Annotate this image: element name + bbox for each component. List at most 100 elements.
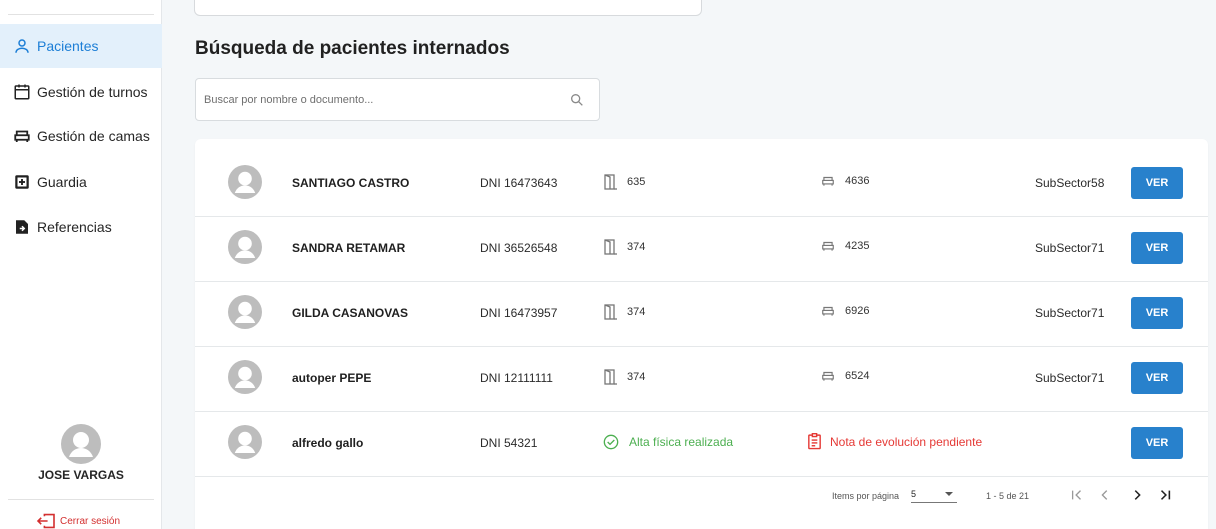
logout-label: Cerrar sesión	[60, 515, 121, 527]
patient-name: SANDRA RETAMAR	[292, 241, 406, 255]
patient-dni: DNI 16473643	[480, 176, 558, 190]
sidebar: Pacientes Gestión de turnos Gestión de c…	[0, 0, 162, 529]
table-row: GILDA CASANOVAS DNI 16473957 374 6926 Su…	[195, 282, 1208, 347]
patient-name: SANTIAGO CASTRO	[292, 176, 410, 190]
items-per-page-label: Items por página	[832, 491, 900, 501]
patient-room: 635	[604, 174, 645, 190]
patient-sector: SubSector58	[1035, 176, 1105, 190]
first-page-button[interactable]	[1067, 486, 1087, 504]
patient-dni: DNI 54321	[480, 436, 538, 450]
chevron-down-icon	[945, 491, 953, 496]
paginator: Items por página 5 1 - 5 de 21	[195, 477, 1208, 517]
document-reference-icon	[12, 217, 32, 237]
patient-dni: DNI 16473957	[480, 306, 558, 320]
last-page-button[interactable]	[1155, 486, 1175, 504]
patient-bed: 6524	[821, 369, 869, 383]
patient-avatar-icon	[228, 295, 262, 329]
patient-bed: 4235	[821, 239, 869, 253]
search-icon[interactable]	[569, 92, 585, 108]
door-icon	[604, 174, 617, 190]
bed-number: 6926	[845, 305, 870, 317]
ver-button[interactable]: VER	[1131, 297, 1183, 329]
ver-button[interactable]: VER	[1131, 167, 1183, 199]
logout-icon	[36, 513, 55, 529]
bed-number: 4235	[845, 240, 870, 252]
bed-number: 4636	[845, 175, 870, 187]
top-partial-field	[194, 0, 702, 16]
search-box	[195, 78, 600, 121]
evolution-note-status: Nota de evolución pendiente	[807, 433, 982, 450]
patient-name: autoper PEPE	[292, 371, 372, 385]
patient-sector: SubSector71	[1035, 306, 1105, 320]
bed-icon	[12, 126, 32, 146]
sidebar-item-pacientes[interactable]: Pacientes	[0, 24, 162, 68]
page-range: 1 - 5 de 21	[986, 491, 1030, 501]
patient-sector: SubSector71	[1035, 371, 1105, 385]
sidebar-item-label: Gestión de camas	[37, 128, 150, 144]
sidebar-item-label: Gestión de turnos	[37, 84, 148, 100]
table-row: alfredo gallo DNI 54321 Alta física real…	[195, 412, 1208, 477]
patient-name: alfredo gallo	[292, 436, 364, 450]
logout-button[interactable]: Cerrar sesión	[36, 513, 120, 529]
previous-page-button[interactable]	[1095, 486, 1115, 504]
clipboard-alert-icon	[808, 433, 821, 450]
patient-room: 374	[604, 369, 645, 385]
page-title: Búsqueda de pacientes internados	[195, 38, 510, 59]
bed-icon	[822, 241, 834, 251]
bed-icon	[822, 176, 834, 186]
calendar-icon	[12, 82, 32, 102]
patient-room: 374	[604, 304, 645, 320]
room-number: 374	[627, 371, 646, 383]
sidebar-bottom-divider	[8, 499, 154, 500]
patient-avatar-icon	[228, 165, 262, 199]
first-page-icon	[1071, 490, 1081, 500]
items-per-page-value: 5	[911, 488, 917, 499]
sidebar-item-guardia[interactable]: Guardia	[0, 160, 162, 204]
ver-button[interactable]: VER	[1131, 427, 1183, 459]
patient-bed: 4636	[821, 174, 869, 188]
sidebar-item-gestion-turnos[interactable]: Gestión de turnos	[0, 70, 162, 114]
evolution-note-label: Nota de evolución pendiente	[830, 434, 983, 449]
patient-bed: 6926	[821, 304, 869, 318]
ver-button[interactable]: VER	[1131, 362, 1183, 394]
person-icon	[12, 36, 32, 56]
sidebar-top-divider	[8, 14, 154, 15]
bed-icon	[822, 371, 834, 381]
items-per-page-select[interactable]: 5	[911, 485, 957, 503]
table-row: SANDRA RETAMAR DNI 36526548 374 4235 Sub…	[195, 217, 1208, 282]
check-circle-icon	[603, 434, 619, 450]
discharge-status: Alta física realizada	[603, 434, 733, 450]
table-row: SANTIAGO CASTRO DNI 16473643 635 4636 Su…	[195, 152, 1208, 217]
sidebar-item-label: Pacientes	[37, 38, 99, 54]
sidebar-item-referencias[interactable]: Referencias	[0, 205, 162, 249]
patient-room: 374	[604, 239, 645, 255]
room-number: 635	[627, 176, 646, 188]
sidebar-item-label: Guardia	[37, 174, 87, 190]
room-number: 374	[627, 306, 646, 318]
door-icon	[604, 239, 617, 255]
discharge-status-label: Alta física realizada	[629, 435, 734, 449]
patients-list: SANTIAGO CASTRO DNI 16473643 635 4636 Su…	[195, 139, 1208, 529]
bed-number: 6524	[845, 370, 870, 382]
patient-name: GILDA CASANOVAS	[292, 306, 409, 320]
sidebar-item-gestion-camas[interactable]: Gestión de camas	[0, 114, 162, 158]
bed-icon	[822, 306, 834, 316]
user-name: JOSE VARGAS	[38, 468, 124, 482]
chevron-right-icon	[1134, 490, 1141, 500]
search-input[interactable]	[204, 93, 569, 106]
patient-avatar-icon	[228, 360, 262, 394]
next-page-button[interactable]	[1127, 486, 1147, 504]
door-icon	[604, 369, 617, 385]
user-avatar-icon	[61, 424, 101, 464]
chevron-left-icon	[1101, 490, 1108, 500]
patient-avatar-icon	[228, 425, 262, 459]
patient-dni: DNI 12111111	[480, 371, 553, 385]
user-profile: JOSE VARGAS	[0, 424, 162, 482]
ver-button[interactable]: VER	[1131, 232, 1183, 264]
sidebar-item-label: Referencias	[37, 219, 112, 235]
room-number: 374	[627, 241, 646, 253]
patient-sector: SubSector71	[1035, 241, 1105, 255]
door-icon	[604, 304, 617, 320]
patient-avatar-icon	[228, 230, 262, 264]
patient-dni: DNI 36526548	[480, 241, 558, 255]
